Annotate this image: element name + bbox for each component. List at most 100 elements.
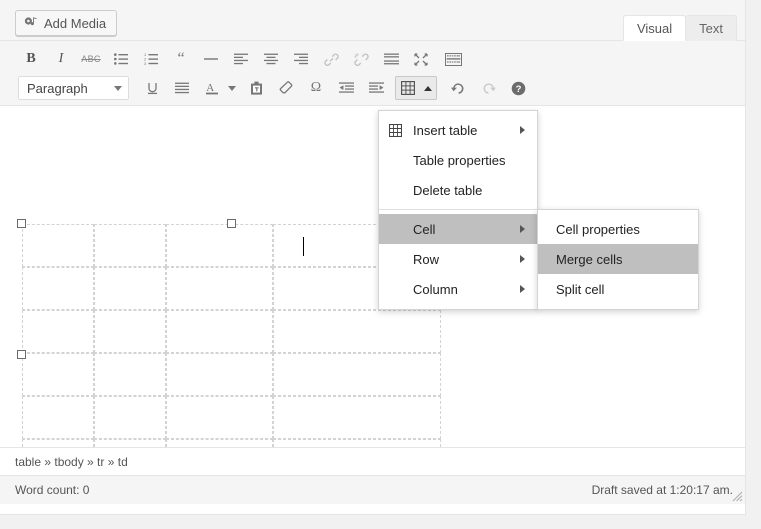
numbered-list-icon[interactable]: 123 [138,48,164,70]
table-cell[interactable] [22,439,94,447]
table-cell[interactable] [166,439,273,447]
menu-item-label: Row [411,252,520,267]
table-resize-handle-w[interactable] [17,350,26,359]
table-cell[interactable] [94,267,166,310]
table-cell[interactable] [94,439,166,447]
indent-icon[interactable] [363,77,389,99]
table-icon[interactable] [396,77,420,99]
wordpress-editor-screen: Add Media Visual Text B I ABC 123 “ [0,0,761,529]
menu-item-label: Table properties [411,153,529,168]
media-icon [24,16,38,30]
fullscreen-icon[interactable] [408,48,434,70]
table-cell[interactable] [94,310,166,353]
svg-text:?: ? [515,84,521,95]
table-cell[interactable] [94,396,166,439]
table-cell[interactable] [273,396,441,439]
menu-item-label: Column [411,282,520,297]
table-cell[interactable] [273,310,441,353]
cell-submenu[interactable]: Cell properties Merge cells Split cell [537,209,699,310]
chevron-down-icon [114,86,122,91]
tab-visual[interactable]: Visual [623,15,686,41]
table-cell[interactable] [94,224,166,267]
add-media-button[interactable]: Add Media [15,10,117,36]
chevron-right-icon [520,126,525,134]
table-cell[interactable] [22,396,94,439]
menu-item-cell[interactable]: Cell [379,214,537,244]
add-media-label: Add Media [44,16,106,31]
toolbar-toggle-icon[interactable] [438,48,468,70]
menu-item-label: Delete table [411,183,529,198]
outdent-icon[interactable] [333,77,359,99]
table-cell[interactable] [166,310,273,353]
clear-formatting-icon[interactable] [273,77,299,99]
table-cell[interactable] [22,310,94,353]
paste-as-text-icon[interactable] [243,77,269,99]
align-left-icon[interactable] [228,48,254,70]
table-cell[interactable] [22,224,94,267]
editor-statusbar: Word count: 0 Draft saved at 1:20:17 am. [0,475,745,504]
align-right-icon[interactable] [288,48,314,70]
justify-icon[interactable] [169,77,195,99]
help-icon[interactable]: ? [505,77,531,99]
strikethrough-icon[interactable]: ABC [78,48,104,70]
tab-text[interactable]: Text [685,15,737,41]
undo-icon[interactable] [445,77,471,99]
toolbar-row-2: Paragraph A Ω [0,73,745,103]
table-cell[interactable] [22,353,94,396]
menu-item-merge-cells[interactable]: Merge cells [538,244,698,274]
menu-item-label: Insert table [411,123,520,138]
resize-grip-icon[interactable] [732,491,743,502]
bulleted-list-icon[interactable] [108,48,134,70]
blockquote-icon[interactable]: “ [168,48,194,70]
editor-mode-tabs: Visual Text [624,15,737,41]
table-cell[interactable] [166,396,273,439]
table-cell[interactable] [166,353,273,396]
element-path: table » tbody » tr » td [15,455,128,469]
text-color-caret-icon[interactable] [225,77,239,99]
underline-icon[interactable] [139,77,165,99]
editor-toolbar: B I ABC 123 “ [0,41,745,106]
chevron-right-icon [520,285,525,293]
menu-item-cell-properties[interactable]: Cell properties [538,214,698,244]
menu-separator [379,209,537,210]
unlink-icon[interactable] [348,48,374,70]
block-format-select[interactable]: Paragraph [18,76,129,100]
menu-item-insert-table[interactable]: Insert table [379,115,537,145]
align-center-icon[interactable] [258,48,284,70]
table-menu-caret-icon[interactable] [420,86,436,91]
table-cell[interactable] [166,224,273,267]
menu-item-delete-table[interactable]: Delete table [379,175,537,205]
redo-icon[interactable] [475,77,501,99]
menu-item-label: Merge cells [554,252,690,267]
table-cell[interactable] [273,353,441,396]
italic-icon[interactable]: I [48,48,74,70]
media-buttons-bar: Add Media Visual Text [0,0,745,41]
text-color-icon[interactable]: A [199,77,225,99]
menu-item-table-properties[interactable]: Table properties [379,145,537,175]
menu-item-split-cell[interactable]: Split cell [538,274,698,304]
table-resize-handle-nw[interactable] [17,219,26,228]
read-more-icon[interactable] [378,48,404,70]
link-icon[interactable] [318,48,344,70]
draft-saved-message: Draft saved at 1:20:17 am. [592,483,733,497]
menu-item-column[interactable]: Column [379,274,537,304]
special-character-icon[interactable]: Ω [303,77,329,99]
block-format-label: Paragraph [27,81,88,96]
table-button-group[interactable] [395,76,437,100]
menu-item-label: Split cell [554,282,690,297]
bold-icon[interactable]: B [18,48,44,70]
text-caret [303,237,304,256]
table-cell[interactable] [22,267,94,310]
table-cell[interactable] [94,353,166,396]
horizontal-rule-icon[interactable] [198,48,224,70]
table-resize-handle-n[interactable] [227,219,236,228]
element-path-bar[interactable]: table » tbody » tr » td [0,447,745,475]
menu-item-row[interactable]: Row [379,244,537,274]
svg-text:A: A [206,82,214,94]
table-cell[interactable] [166,267,273,310]
table-cell[interactable] [273,439,441,447]
chevron-right-icon [520,255,525,263]
table-dropdown-menu[interactable]: Insert table Table properties Delete tab… [378,110,538,310]
word-count: Word count: 0 [15,483,89,497]
menu-item-label: Cell properties [554,222,690,237]
